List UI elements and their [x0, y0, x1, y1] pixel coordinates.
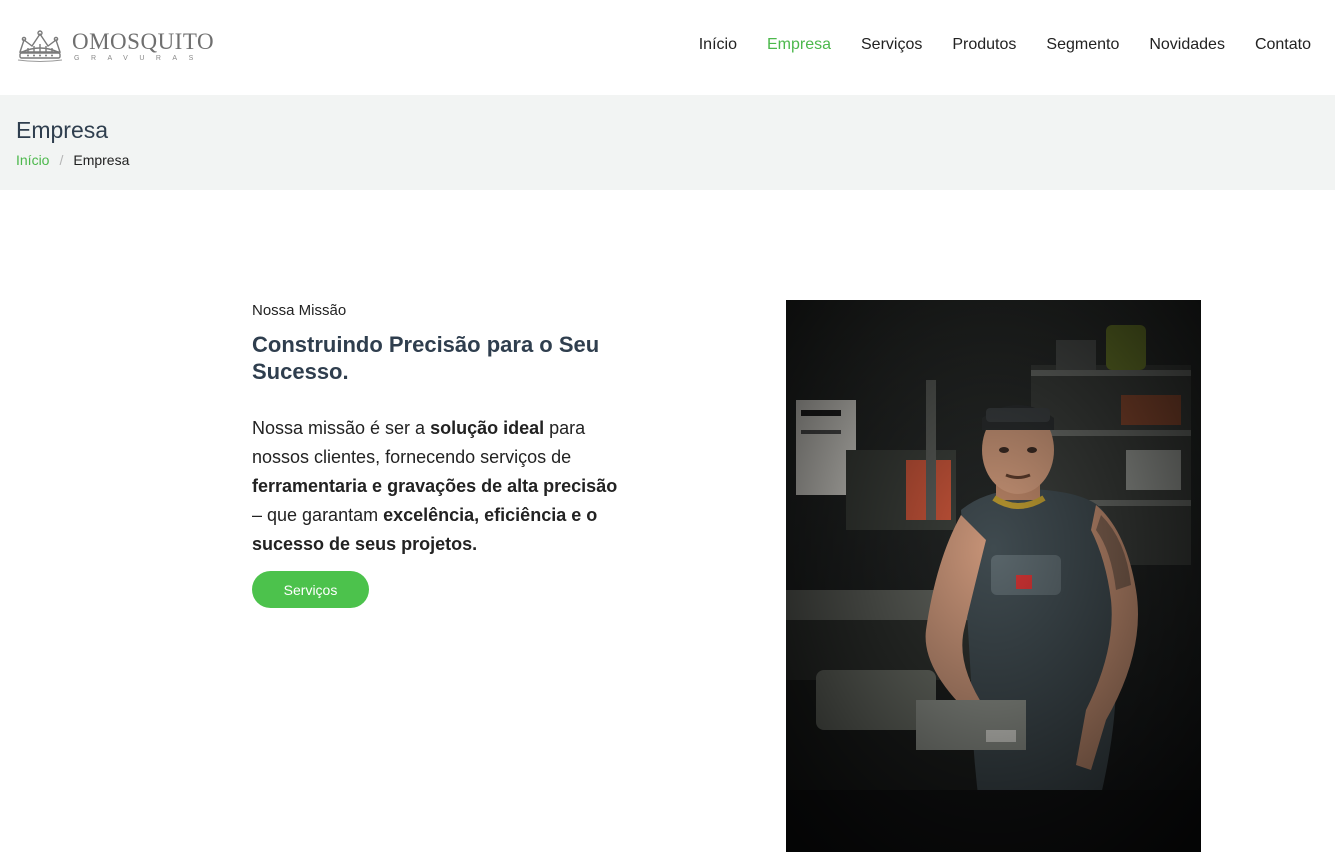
logo-text: OMOSQUITO GRAVURAS — [72, 29, 215, 63]
crown-icon — [17, 30, 63, 62]
nav-item-inicio[interactable]: Início — [699, 35, 737, 55]
breadcrumb: Início / Empresa — [16, 152, 129, 168]
mission-text-bold-1: solução ideal — [430, 418, 545, 438]
site-header: OMOSQUITO GRAVURAS Início Empresa Serviç… — [0, 0, 1335, 95]
mission-text-bold-2: ferramentaria e gravações de alta precis… — [252, 476, 618, 496]
breadcrumb-current: Empresa — [73, 152, 130, 168]
services-button[interactable]: Serviços — [252, 571, 369, 608]
breadcrumb-separator: / — [59, 152, 64, 168]
nav-item-servicos[interactable]: Serviços — [861, 35, 922, 55]
brand-name: OMOSQUITO — [72, 29, 215, 54]
photo-illustration — [786, 300, 1201, 852]
mission-title: Construindo Precisão para o Seu Sucesso. — [252, 332, 600, 384]
mission-text-part-3: – que garantam — [252, 505, 384, 525]
nav-item-segmento[interactable]: Segmento — [1046, 35, 1119, 55]
brand-logo[interactable]: OMOSQUITO GRAVURAS — [16, 29, 214, 65]
page-title-band: Empresa Início / Empresa — [0, 95, 1335, 190]
mission-text-part-1: Nossa missão é ser a — [252, 418, 431, 438]
nav-item-produtos[interactable]: Produtos — [952, 35, 1016, 55]
nav-item-contato[interactable]: Contato — [1255, 35, 1311, 55]
mission-eyebrow: Nossa Missão — [252, 302, 347, 319]
workshop-worker-photo — [786, 300, 1201, 852]
mission-text: Nossa missão é ser a solução ideal para … — [252, 414, 622, 559]
breadcrumb-home-link[interactable]: Início — [16, 152, 49, 168]
main-nav: Início Empresa Serviços Produtos Segment… — [669, 35, 1311, 55]
nav-item-empresa[interactable]: Empresa — [767, 35, 831, 55]
brand-tagline: GRAVURAS — [74, 55, 205, 62]
page-title: Empresa — [16, 117, 109, 143]
nav-item-novidades[interactable]: Novidades — [1149, 35, 1225, 55]
